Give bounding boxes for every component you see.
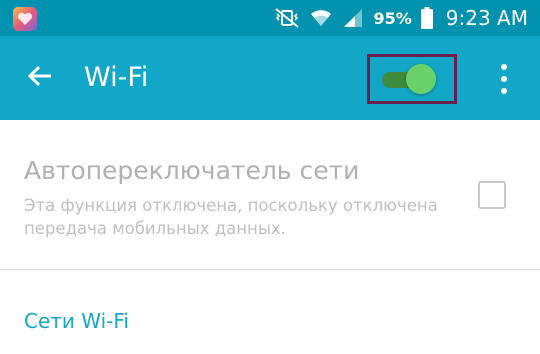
wifi-signal-icon: [309, 7, 333, 29]
heart-app-icon: [13, 7, 37, 31]
cell-signal-icon: [342, 7, 364, 29]
arrow-left-icon: [27, 64, 53, 92]
back-button[interactable]: [22, 60, 58, 96]
action-bar: Wi-Fi: [0, 36, 540, 120]
page-title: Wi-Fi: [84, 62, 149, 93]
battery-percent: 95%: [373, 8, 412, 28]
more-vertical-icon: [501, 64, 507, 70]
status-bar: 95% 9:23 AM: [0, 0, 540, 36]
network-switch-checkbox[interactable]: [478, 181, 506, 209]
divider: [0, 269, 540, 270]
setting-description: Эта функция отключена, поскольку отключе…: [24, 196, 438, 238]
clock: 9:23 AM: [445, 6, 528, 30]
more-options-button[interactable]: [490, 64, 518, 94]
battery-icon: [420, 7, 433, 29]
toggle-thumb: [406, 64, 436, 94]
network-switch-setting[interactable]: Автопереключатель сети Эта функция отклю…: [0, 120, 540, 270]
wifi-networks-header: Сети Wi-Fi: [24, 309, 129, 333]
setting-title: Автопереключатель сети: [24, 156, 360, 185]
mute-vibrate-icon: [274, 7, 300, 29]
wifi-toggle[interactable]: [382, 64, 438, 94]
